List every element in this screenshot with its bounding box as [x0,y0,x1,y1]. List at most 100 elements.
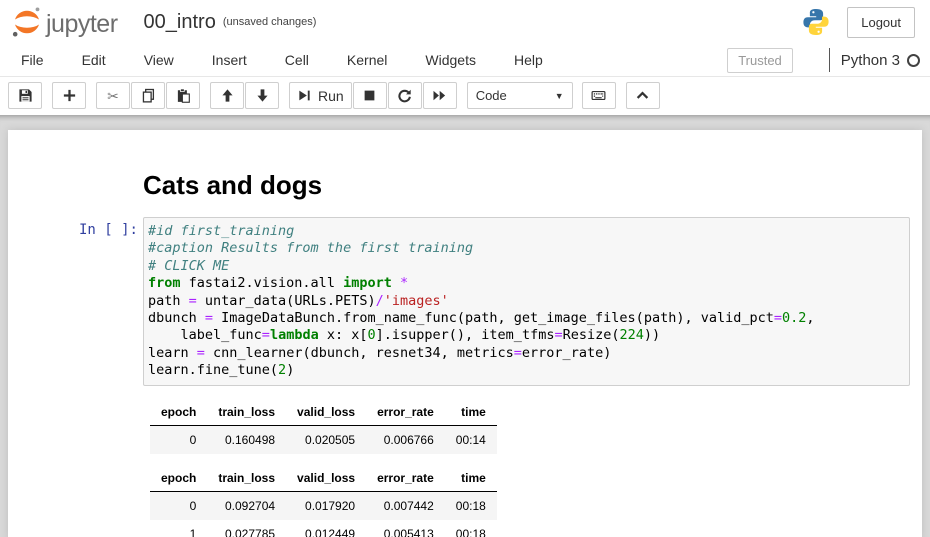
run-icon [297,88,312,103]
notebook-title[interactable]: 00_intro [144,12,216,33]
markdown-heading: Cats and dogs [143,170,322,201]
notebook-header: jupyter 00_intro (unsaved changes) Logou… [0,0,930,44]
column-header: train_loss [207,465,286,492]
code-line: #caption Results from the first training [148,240,905,257]
table-cell: 0.012449 [286,520,366,537]
cut-cells-button[interactable]: ✂ [96,82,130,109]
insert-cell-button[interactable] [52,82,86,109]
menubar: FileEditViewInsertCellKernelWidgetsHelp … [0,44,930,77]
run-label: Run [318,88,344,104]
run-cell-button[interactable]: Run [289,82,352,109]
column-header: valid_loss [286,399,366,426]
column-header: error_rate [366,399,445,426]
input-prompt: In [ ]: [8,217,143,386]
cell-type-dropdown[interactable]: Code ▼ [467,82,573,109]
save-icon [18,88,33,103]
chevron-down-icon: ▼ [555,91,564,101]
stop-icon [362,88,377,103]
menu-kernel[interactable]: Kernel [328,44,406,76]
table-cell: 0.160498 [207,425,286,454]
logout-button[interactable]: Logout [847,7,915,38]
save-button[interactable] [8,82,42,109]
move-up-icon [220,88,235,103]
column-header: epoch [150,399,207,426]
move-cell-up-button[interactable] [210,82,244,109]
markdown-prompt-spacer [8,144,143,217]
fast-forward-icon [432,88,447,103]
autosave-status: (unsaved changes) [223,16,317,28]
table-cell: 0.007442 [366,491,445,520]
code-line: from fastai2.vision.all import * [148,275,905,292]
paste-cells-button[interactable] [166,82,200,109]
code-input-area[interactable]: #id first_training#caption Results from … [143,217,910,386]
move-cell-down-button[interactable] [245,82,279,109]
code-line: # CLICK ME [148,258,905,275]
paste-icon [176,88,191,103]
column-header: error_rate [366,465,445,492]
table-cell: 0.020505 [286,425,366,454]
notebook-site: Cats and dogs In [ ]: #id first_training… [0,115,930,537]
add-cell-icon [62,88,77,103]
table-cell: 1 [150,520,207,537]
kernel-idle-icon [907,54,920,67]
code-line: #id first_training [148,223,905,240]
code-editor[interactable]: #id first_training#caption Results from … [148,223,905,380]
toolbar: ✂ Run Code ▼ [0,77,930,115]
jupyter-logo[interactable]: jupyter [10,5,118,39]
code-line: path = untar_data(URLs.PETS)/'images' [148,293,905,310]
code-line: label_func=lambda x: x[0].isupper(), ite… [148,327,905,344]
table-row: 00.1604980.0205050.00676600:14 [150,425,497,454]
table-row: 00.0927040.0179200.00744200:18 [150,491,497,520]
menu-widgets[interactable]: Widgets [406,44,495,76]
menu-view[interactable]: View [125,44,193,76]
restart-run-all-button[interactable] [423,82,457,109]
column-header: train_loss [207,399,286,426]
table-cell: 00:14 [445,425,497,454]
table-cell: 0.006766 [366,425,445,454]
output-tables: epochtrain_lossvalid_losserror_ratetime0… [143,386,922,537]
table-cell: 0.092704 [207,491,286,520]
code-line: learn = cnn_learner(dbunch, resnet34, me… [148,345,905,362]
column-header: time [445,465,497,492]
training-results-output: epochtrain_lossvalid_losserror_ratetime0… [150,399,922,454]
column-header: time [445,399,497,426]
copy-icon [141,88,156,103]
column-header: epoch [150,465,207,492]
copy-cells-button[interactable] [131,82,165,109]
collapse-toolbar-button[interactable] [626,82,660,109]
table-cell: 0 [150,491,207,520]
table-cell: 0.027785 [207,520,286,537]
jupyter-logo-text: jupyter [46,12,118,39]
jupyter-logo-icon [10,5,44,39]
keyboard-icon [591,88,606,103]
cell-type-value: Code [476,88,507,103]
command-palette-button[interactable] [582,82,616,109]
training-results-output: epochtrain_lossvalid_losserror_ratetime0… [150,465,922,537]
training-results-table: epochtrain_lossvalid_losserror_ratetime0… [150,465,497,537]
restart-kernel-button[interactable] [388,82,422,109]
table-cell: 00:18 [445,491,497,520]
table-cell: 00:18 [445,520,497,537]
menubar-divider [829,48,830,72]
menu-items: FileEditViewInsertCellKernelWidgetsHelp [2,44,562,76]
python-logo-icon [801,7,831,37]
menu-insert[interactable]: Insert [193,44,266,76]
menu-cell[interactable]: Cell [266,44,328,76]
code-line: learn.fine_tune(2) [148,362,905,379]
trusted-badge[interactable]: Trusted [727,48,793,73]
interrupt-kernel-button[interactable] [353,82,387,109]
column-header: valid_loss [286,465,366,492]
cut-icon: ✂ [107,89,119,103]
output-area: epochtrain_lossvalid_losserror_ratetime0… [8,386,922,537]
table-cell: 0.017920 [286,491,366,520]
training-results-table: epochtrain_lossvalid_losserror_ratetime0… [150,399,497,454]
restart-icon [397,88,412,103]
code-cell[interactable]: In [ ]: #id first_training#caption Resul… [8,217,922,386]
menu-edit[interactable]: Edit [63,44,125,76]
chevron-up-icon [635,88,650,103]
menu-file[interactable]: File [2,44,63,76]
output-prompt-spacer [8,386,143,537]
markdown-cell[interactable]: Cats and dogs [8,144,922,217]
menu-help[interactable]: Help [495,44,562,76]
notebook-container: Cats and dogs In [ ]: #id first_training… [8,130,922,537]
